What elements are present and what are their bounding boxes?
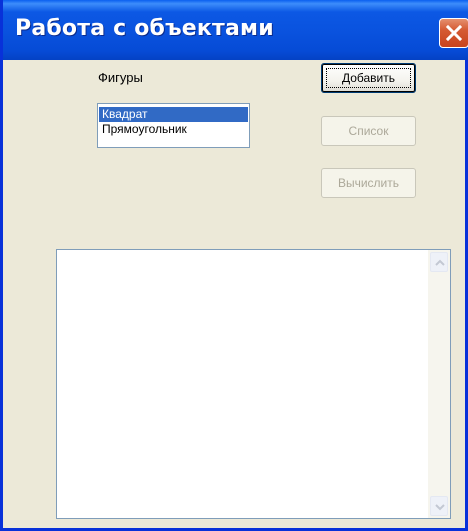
calculate-button-label: Вычислить — [337, 176, 400, 190]
add-button[interactable]: Добавить — [321, 63, 416, 93]
chevron-down-icon — [435, 504, 445, 511]
scroll-up-button[interactable] — [430, 252, 448, 272]
close-button[interactable] — [439, 18, 468, 48]
list-item-rectangle[interactable]: Прямоугольник — [99, 122, 248, 137]
scroll-down-button[interactable] — [430, 496, 448, 516]
title-bar[interactable]: Работа с объектами — [3, 0, 468, 60]
list-button[interactable]: Список — [321, 116, 416, 146]
chevron-up-icon — [435, 259, 445, 266]
list-button-label: Список — [348, 124, 389, 138]
window-title: Работа с объектами — [15, 16, 274, 41]
calculate-button[interactable]: Вычислить — [321, 168, 416, 198]
close-icon — [446, 25, 462, 41]
list-item-square[interactable]: Квадрат — [99, 107, 248, 122]
vertical-scrollbar[interactable] — [428, 250, 450, 518]
figures-listbox[interactable]: Квадрат Прямоугольник — [97, 103, 250, 148]
dialog-window: Работа с объектами Фигуры Квадрат Прямоу… — [0, 0, 468, 531]
figures-label: Фигуры — [98, 70, 143, 85]
output-memo[interactable] — [56, 249, 451, 519]
focus-rect — [326, 68, 411, 88]
